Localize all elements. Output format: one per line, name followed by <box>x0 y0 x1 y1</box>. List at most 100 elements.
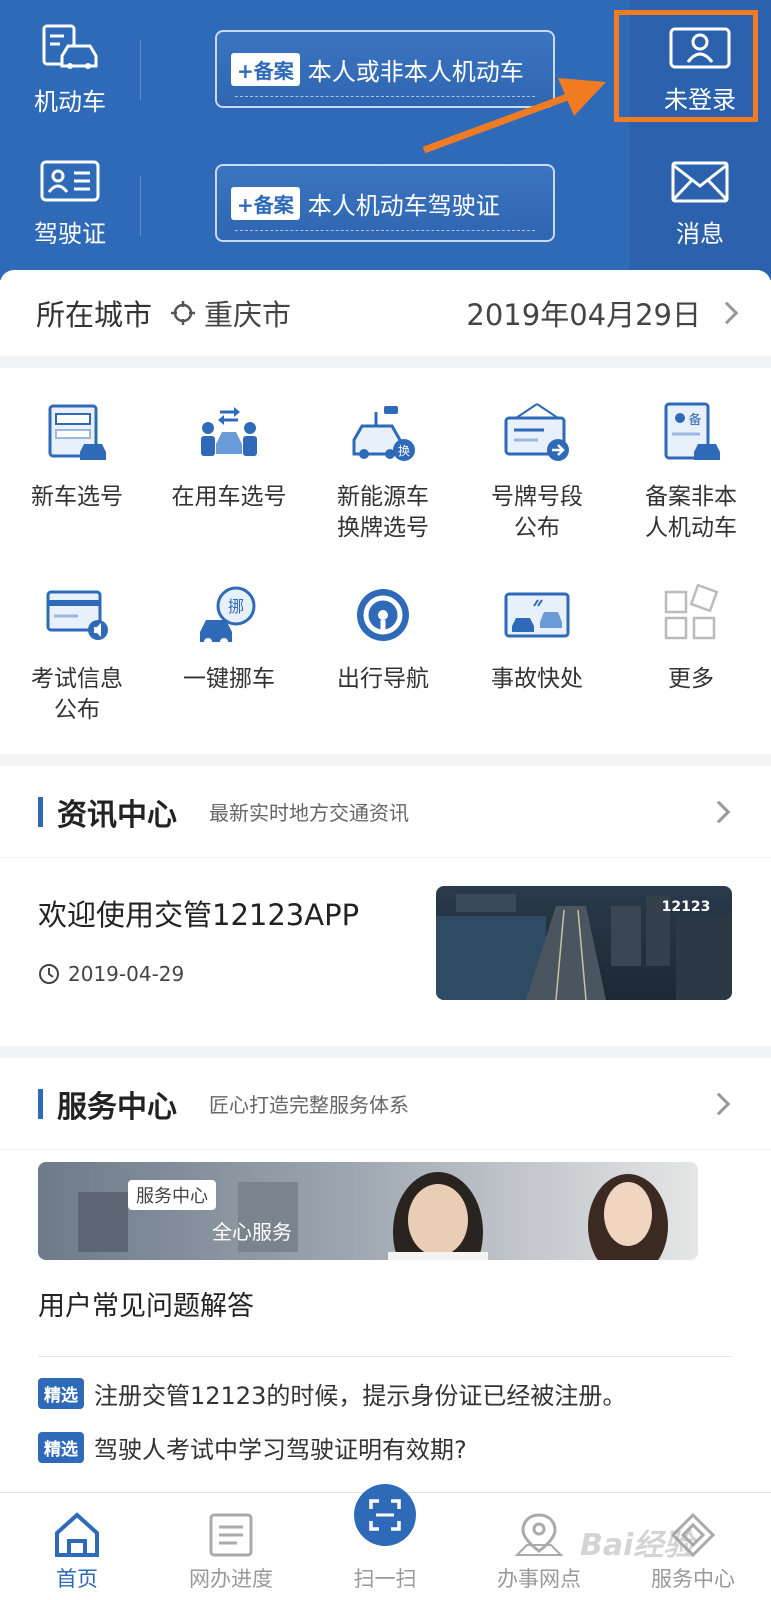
banner-tag: 服务中心 <box>128 1180 216 1210</box>
service-register-vehicle[interactable]: 备 备案非本人机动车 <box>614 398 768 544</box>
service-banner[interactable]: 服务中心 全心服务 <box>38 1162 698 1260</box>
accident-icon <box>502 580 572 650</box>
tab-progress[interactable]: 网办进度 <box>154 1493 308 1600</box>
service-label: 出行导航 <box>337 666 429 692</box>
service-accident[interactable]: 事故快处 <box>460 580 614 695</box>
vehicle-label: 机动车 <box>34 88 106 116</box>
service-label: 事故快处 <box>491 666 583 692</box>
service-label: 新车选号 <box>31 484 123 510</box>
city-bar[interactable]: 所在城市 重庆市 2019年04月29日 <box>0 270 771 356</box>
tab-label: 办事网点 <box>497 1567 581 1591</box>
title-bar <box>38 796 43 827</box>
city-name: 重庆市 <box>204 298 292 332</box>
faq-item[interactable]: 精选 驾驶人考试中学习驾驶证明有效期? <box>38 1430 467 1465</box>
news-date-text: 2019-04-29 <box>68 962 185 986</box>
plate-announce-icon <box>502 398 572 468</box>
chevron-right-icon <box>715 301 739 325</box>
tab-label: 首页 <box>56 1567 98 1591</box>
license-icon <box>40 160 100 202</box>
service-navigation[interactable]: 出行导航 <box>306 580 460 695</box>
news-item-date: 2019-04-29 <box>38 962 184 986</box>
service-label: 在用车选号 <box>171 484 287 510</box>
svg-text:挪: 挪 <box>228 597 244 616</box>
news-section: 资讯中心 最新实时地方交通资讯 欢迎使用交管12123APP 2019-04-2… <box>0 766 771 1046</box>
home-icon <box>55 1512 99 1557</box>
message-label: 消息 <box>676 220 724 248</box>
banner-text: 全心服务 <box>212 1220 292 1244</box>
service-move-car[interactable]: 挪 一键挪车 <box>152 580 306 695</box>
city-selector[interactable]: 重庆市 <box>170 292 291 334</box>
service-label: 新能源车换牌选号 <box>337 484 429 541</box>
news-title: 资讯中心 <box>57 797 177 833</box>
navigation-icon <box>348 580 418 650</box>
faq-item[interactable]: 精选 注册交管12123的时候，提示身份证已经被注册。 <box>38 1376 626 1411</box>
featured-badge: 精选 <box>38 1378 84 1409</box>
map-pin-icon <box>514 1513 564 1556</box>
faq-heading[interactable]: 用户常见问题解答 <box>38 1284 254 1323</box>
service-center-header[interactable]: 服务中心 匠心打造完整服务体系 <box>0 1058 771 1150</box>
service-more[interactable]: 更多 <box>614 580 768 695</box>
chevron-right-icon <box>707 800 731 824</box>
tab-label: 扫一扫 <box>353 1567 417 1591</box>
service-label: 备案非本人机动车 <box>645 484 737 541</box>
tab-label: 服务中心 <box>651 1567 735 1591</box>
service-center-subtitle: 匠心打造完整服务体系 <box>209 1093 409 1117</box>
service-plate-announce[interactable]: 号牌号段公布 <box>460 398 614 544</box>
used-car-plate-icon <box>194 398 264 468</box>
divider <box>38 1356 732 1357</box>
message-button[interactable]: 消息 <box>630 160 770 249</box>
ev-plate-icon: 换 <box>348 398 418 468</box>
license-button[interactable]: 驾驶证 <box>0 158 140 249</box>
service-center-title: 服务中心 <box>57 1089 177 1125</box>
faq-text: 驾驶人考试中学习驾驶证明有效期? <box>94 1436 467 1464</box>
vehicle-icon <box>42 24 98 69</box>
ticket-stripe <box>235 230 535 236</box>
news-item-title[interactable]: 欢迎使用交管12123APP <box>38 892 359 934</box>
clock-icon <box>39 964 59 984</box>
current-date: 2019年04月29日 <box>466 298 701 332</box>
service-label: 号牌号段公布 <box>491 484 583 541</box>
watermark: Bai经验 <box>580 1528 694 1563</box>
divider <box>140 176 141 236</box>
exam-info-icon <box>42 580 112 650</box>
service-new-car-plate[interactable]: 新车选号 <box>0 398 154 513</box>
scan-button[interactable] <box>354 1484 416 1546</box>
news-image-text: 12123 <box>662 899 711 915</box>
tab-home[interactable]: 首页 <box>0 1493 154 1600</box>
more-icon <box>656 580 726 650</box>
arrow-icon <box>422 78 606 154</box>
progress-icon <box>209 1513 253 1557</box>
service-center-section: 服务中心 匠心打造完整服务体系 服务中心 全心服务 用户常见问题解答 精选 注册… <box>0 1058 771 1498</box>
news-image[interactable]: 12123 <box>436 886 732 1000</box>
featured-badge: 精选 <box>38 1432 84 1463</box>
faq-text: 注册交管12123的时候，提示身份证已经被注册。 <box>94 1382 627 1410</box>
news-subtitle: 最新实时地方交通资讯 <box>209 801 409 825</box>
new-car-plate-icon <box>42 398 112 468</box>
city-label: 所在城市 <box>36 298 153 332</box>
register-tag: +备案 <box>231 186 300 220</box>
mail-icon <box>671 161 729 203</box>
register-license-ticket[interactable]: +备案 本人机动车驾驶证 <box>215 164 555 242</box>
service-label: 考试信息公布 <box>31 666 123 723</box>
scan-icon <box>369 1499 401 1531</box>
title-bar <box>38 1088 43 1119</box>
service-used-car-plate[interactable]: 在用车选号 <box>152 398 306 513</box>
service-grid: 新车选号 在用车选号 换 新能源车换牌选号 号牌号段公布 备 备案非本人机动车 … <box>0 368 771 754</box>
license-label: 驾驶证 <box>34 220 106 248</box>
divider <box>140 40 141 100</box>
service-label: 一键挪车 <box>183 666 275 692</box>
chevron-right-icon <box>707 1092 731 1116</box>
svg-text:换: 换 <box>398 444 410 458</box>
register-tag: +备案 <box>231 52 300 86</box>
service-exam-info[interactable]: 考试信息公布 <box>0 580 154 726</box>
move-car-icon: 挪 <box>194 580 264 650</box>
register-vehicle-icon: 备 <box>656 398 726 468</box>
service-ev-plate[interactable]: 换 新能源车换牌选号 <box>306 398 460 544</box>
ticket-text: 本人机动车驾驶证 <box>307 191 500 220</box>
vehicle-button[interactable]: 机动车 <box>0 22 140 117</box>
tab-label: 网办进度 <box>189 1567 273 1591</box>
locate-icon <box>171 301 196 325</box>
login-highlight-box <box>614 10 758 122</box>
service-label: 更多 <box>668 666 714 692</box>
news-header[interactable]: 资讯中心 最新实时地方交通资讯 <box>0 766 771 858</box>
